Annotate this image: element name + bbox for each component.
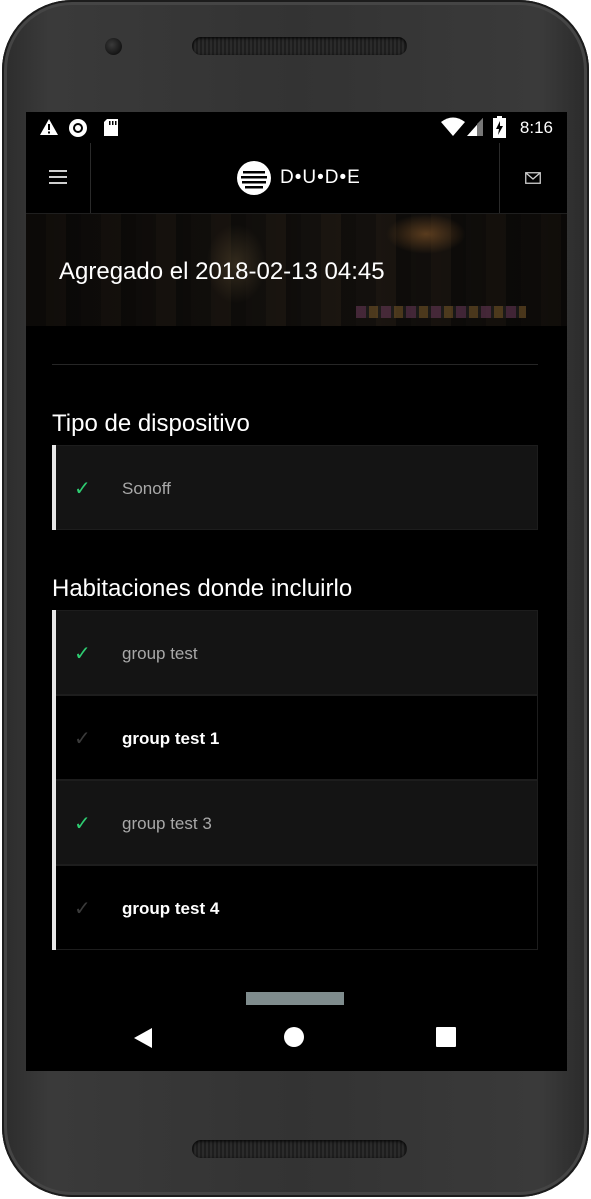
list-item-label: group test 3	[122, 814, 212, 833]
back-icon[interactable]	[133, 1027, 153, 1049]
list-item-sonoff[interactable]: ✓ Sonoff	[56, 445, 538, 530]
sd-card-icon	[104, 119, 118, 136]
device-type-list: ✓ Sonoff	[52, 445, 538, 530]
check-icon: ✓	[74, 728, 91, 750]
list-item-label: group test 4	[122, 899, 220, 918]
scroll-handle[interactable]	[246, 992, 344, 1005]
menu-button[interactable]	[26, 143, 91, 213]
home-icon[interactable]	[283, 1026, 305, 1048]
earpiece-speaker	[192, 37, 407, 55]
mail-icon	[525, 172, 541, 184]
list-item-group-test-3[interactable]: ✓ group test 3	[56, 780, 538, 865]
check-icon: ✓	[74, 813, 91, 835]
rooms-heading: Habitaciones donde incluirlo	[52, 575, 353, 602]
status-bar: 8:16	[26, 112, 567, 143]
warning-icon	[40, 119, 58, 135]
app-bar: D•U•D•E	[26, 143, 567, 214]
divider	[52, 364, 538, 365]
check-icon: ✓	[74, 478, 91, 500]
bottom-speaker	[192, 1140, 407, 1158]
mail-button[interactable]	[499, 143, 567, 213]
list-item-group-test-1[interactable]: ✓ group test 1	[56, 695, 538, 780]
added-date-title: Agregado el 2018-02-13 04:45	[59, 258, 385, 285]
status-time: 8:16	[519, 118, 553, 137]
screen: 8:16 D•U•D•E Agregado el 2018-02-13 04:4…	[26, 112, 567, 1071]
list-item-label: Sonoff	[122, 479, 171, 498]
list-item-label: group test 1	[122, 729, 220, 748]
brand-name: D•U•D•E	[280, 167, 361, 188]
wifi-icon	[441, 117, 465, 136]
brand-logo: D•U•D•E	[236, 159, 361, 197]
rooms-list: ✓ group test ✓ group test 1 ✓ group test…	[52, 610, 538, 950]
check-icon: ✓	[74, 643, 91, 665]
system-nav-bar	[26, 1005, 567, 1071]
record-icon	[69, 119, 87, 137]
device-type-heading: Tipo de dispositivo	[52, 410, 250, 437]
list-item-label: group test	[122, 644, 198, 663]
front-camera	[105, 38, 122, 55]
recents-icon[interactable]	[436, 1027, 456, 1047]
signal-icon	[467, 118, 483, 136]
battery-charging-icon	[493, 116, 506, 138]
dude-logo-icon	[237, 161, 271, 195]
list-item-group-test[interactable]: ✓ group test	[56, 610, 538, 695]
list-item-group-test-4[interactable]: ✓ group test 4	[56, 865, 538, 950]
check-icon: ✓	[74, 898, 91, 920]
